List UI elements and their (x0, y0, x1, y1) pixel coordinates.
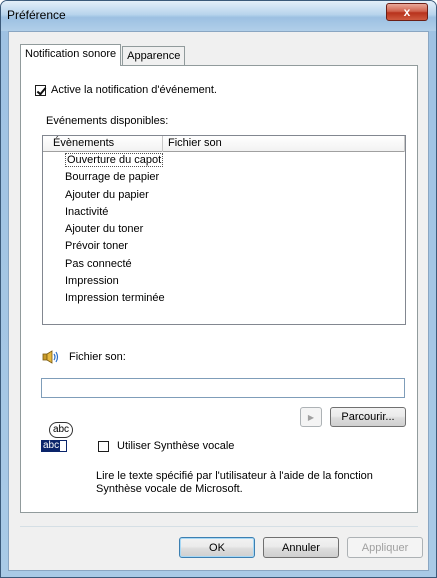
events-group-label: Evénements disponibles: (46, 115, 169, 127)
apply-button[interactable]: Appliquer (347, 537, 423, 558)
ok-button-label: OK (209, 541, 225, 554)
enable-notification-checkbox[interactable] (35, 84, 46, 96)
column-header-evenements[interactable]: Évènements (43, 136, 163, 152)
list-item[interactable]: Impression (43, 273, 405, 290)
sound-file-row: Fichier son: (42, 350, 126, 364)
enable-notification-label[interactable]: Active la notification d'événement. (51, 84, 217, 96)
list-header: Évènements Fichier son (43, 136, 405, 152)
dialog-client-area: Notification sonore Apparence Active la … (8, 31, 429, 571)
speech-bubble: abc (49, 422, 73, 438)
selected-text-box: abc (41, 440, 67, 452)
speaker-icon (42, 350, 59, 364)
footer-separator (20, 526, 418, 527)
list-item[interactable]: Ouverture du capot (43, 152, 405, 169)
list-item[interactable]: Inactivité (43, 204, 405, 221)
list-body: Ouverture du capot Bourrage de papier Aj… (43, 152, 405, 308)
list-item[interactable]: Impression terminée (43, 290, 405, 307)
tts-description: Lire le texte spécifié par l'utilisateur… (96, 470, 373, 496)
column-header-fichier-son[interactable]: Fichier son (163, 136, 405, 152)
tts-description-line: Lire le texte spécifié par l'utilisateur… (96, 470, 373, 482)
cancel-button-label: Annuler (282, 541, 320, 554)
tts-description-line: Synthèse vocale de Microsoft. (96, 483, 243, 495)
sound-file-input[interactable] (41, 378, 405, 398)
play-sound-button[interactable]: ▶ (300, 407, 322, 427)
list-item[interactable]: Prévoir toner (43, 238, 405, 255)
events-list-view[interactable]: Évènements Fichier son Ouverture du capo… (42, 135, 406, 325)
close-icon: x (403, 5, 411, 19)
tts-checkbox-label[interactable]: Utiliser Synthèse vocale (117, 440, 234, 452)
list-item[interactable]: Bourrage de papier (43, 169, 405, 186)
notification-tab-panel: Active la notification d'événement. Evén… (20, 65, 418, 513)
preference-dialog: Préférence x Notification sonore Apparen… (0, 0, 437, 578)
window-title: Préférence (7, 8, 66, 22)
cancel-button[interactable]: Annuler (263, 537, 339, 558)
browse-button[interactable]: Parcourir... (330, 407, 406, 427)
tab-strip: Notification sonore Apparence (20, 44, 186, 66)
list-item[interactable]: Ajouter du papier (43, 187, 405, 204)
text-to-speech-icon: abc abc (41, 422, 77, 456)
tts-row: Utiliser Synthèse vocale (98, 440, 234, 452)
tab-notification-sonore[interactable]: Notification sonore (20, 44, 122, 66)
tab-apparence[interactable]: Apparence (122, 46, 186, 66)
list-item[interactable]: Pas connecté (43, 256, 405, 273)
enable-notification-row: Active la notification d'événement. (35, 84, 217, 96)
play-icon: ▶ (307, 412, 315, 422)
title-bar[interactable]: Préférence x (1, 1, 436, 31)
browse-button-label: Parcourir... (341, 411, 395, 423)
apply-button-label: Appliquer (361, 541, 409, 554)
tab-label: Notification sonore (25, 48, 117, 60)
list-item[interactable]: Ajouter du toner (43, 221, 405, 238)
ok-button[interactable]: OK (179, 537, 255, 558)
tab-label: Apparence (127, 50, 181, 62)
tts-checkbox[interactable] (98, 440, 109, 452)
sound-file-label: Fichier son: (69, 351, 126, 363)
close-button[interactable]: x (386, 3, 428, 21)
